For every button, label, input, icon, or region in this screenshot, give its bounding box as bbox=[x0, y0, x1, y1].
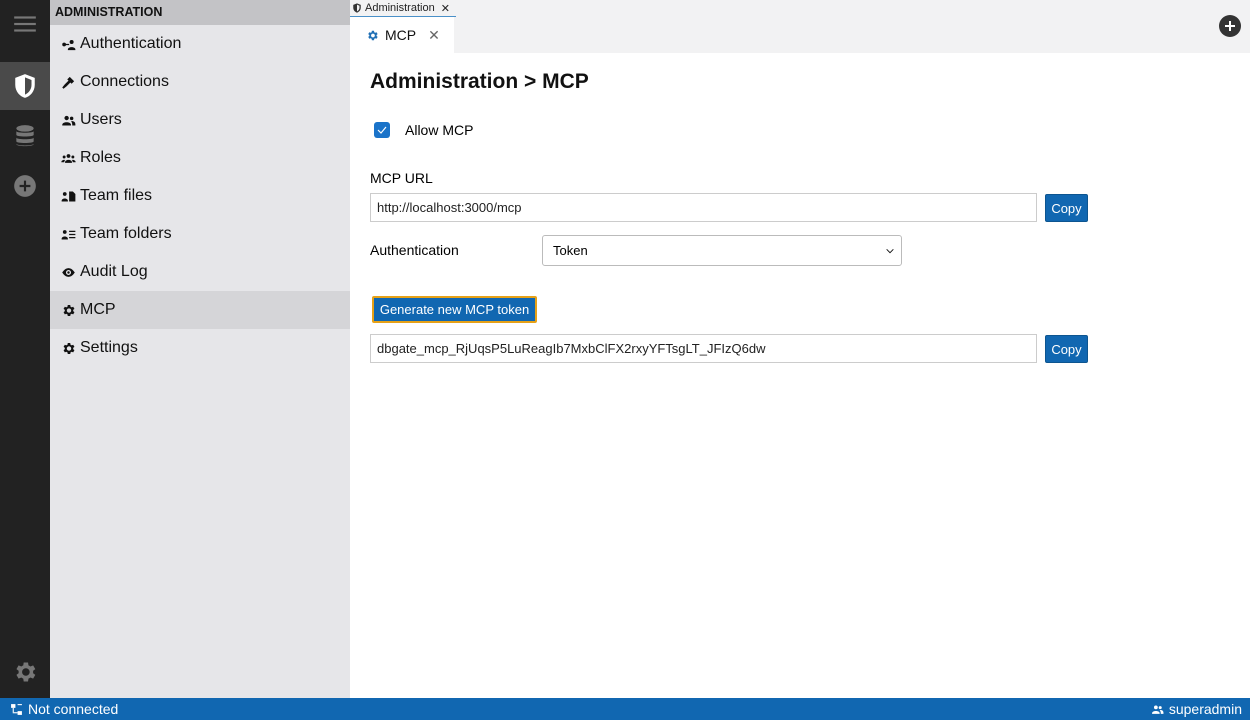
add-tab-button[interactable] bbox=[1219, 15, 1241, 37]
check-icon bbox=[377, 126, 387, 134]
allow-mcp-label: Allow MCP bbox=[405, 122, 474, 138]
tab-label: MCP bbox=[385, 27, 417, 43]
activity-bar bbox=[0, 0, 50, 698]
sidebar-item-label: Team folders bbox=[80, 225, 172, 242]
sidebar-item-label: Connections bbox=[80, 73, 169, 90]
authentication-label: Authentication bbox=[370, 242, 459, 258]
sidebar-item-label: Users bbox=[80, 111, 122, 128]
plug-icon bbox=[60, 74, 76, 90]
network-icon bbox=[11, 703, 22, 715]
connection-status-text: Not connected bbox=[28, 701, 119, 717]
sidebar-item-authentication[interactable]: Authentication bbox=[50, 25, 350, 63]
gear-icon bbox=[60, 340, 76, 356]
sidebar-item-settings[interactable]: Settings bbox=[50, 329, 350, 367]
allow-mcp-checkbox[interactable] bbox=[374, 122, 390, 138]
sidebar-item-label: Authentication bbox=[80, 35, 182, 52]
sidebar-item-label: MCP bbox=[80, 301, 116, 318]
users-icon bbox=[1151, 704, 1164, 714]
connection-status[interactable]: Not connected bbox=[10, 701, 118, 717]
tab-bar: Administration ✕ MCP ✕ bbox=[350, 0, 1250, 53]
authentication-select[interactable]: Token bbox=[542, 235, 902, 266]
database-icon[interactable] bbox=[0, 112, 50, 160]
close-icon[interactable]: ✕ bbox=[441, 2, 450, 15]
mcp-token-input[interactable]: dbgate_mcp_RjUqsP5LuReagIb7MxbClFX2rxyYF… bbox=[370, 334, 1037, 363]
sidebar-item-roles[interactable]: Roles bbox=[50, 139, 350, 177]
close-icon[interactable]: ✕ bbox=[428, 27, 440, 44]
user-status[interactable]: superadmin bbox=[1151, 701, 1242, 717]
page-title: Administration > MCP bbox=[370, 70, 589, 93]
users-icon bbox=[60, 112, 76, 128]
sidebar-item-label: Settings bbox=[80, 339, 138, 356]
sidebar-item-label: Audit Log bbox=[80, 263, 148, 280]
sidebar-item-label: Team files bbox=[80, 187, 153, 204]
sidebar-item-users[interactable]: Users bbox=[50, 101, 350, 139]
sidebar-header: ADMINISTRATION bbox=[50, 0, 350, 25]
sidebar-item-mcp[interactable]: MCP bbox=[50, 291, 350, 329]
plus-icon bbox=[1225, 21, 1235, 31]
shield-icon bbox=[353, 3, 361, 13]
sidebar-item-connections[interactable]: Connections bbox=[50, 63, 350, 101]
eye-icon bbox=[60, 264, 76, 280]
tab-group-administration[interactable]: Administration ✕ bbox=[350, 0, 456, 17]
team-folders-icon bbox=[60, 226, 76, 242]
chevron-down-icon bbox=[886, 248, 894, 253]
shield-icon[interactable] bbox=[0, 62, 50, 110]
roles-icon bbox=[60, 150, 76, 166]
tab-mcp[interactable]: MCP ✕ bbox=[350, 17, 454, 53]
key-user-icon bbox=[60, 36, 76, 52]
sidebar-item-audit-log[interactable]: Audit Log bbox=[50, 253, 350, 291]
team-files-icon bbox=[60, 188, 76, 204]
menu-icon[interactable] bbox=[0, 0, 50, 48]
sidebar-item-label: Roles bbox=[80, 149, 121, 166]
mcp-url-input[interactable]: http://localhost:3000/mcp bbox=[370, 193, 1037, 222]
sidebar-item-team-files[interactable]: Team files bbox=[50, 177, 350, 215]
tab-group-label: Administration bbox=[365, 2, 435, 14]
user-name: superadmin bbox=[1168, 701, 1242, 717]
admin-sidebar: ADMINISTRATION Authentication Connection… bbox=[50, 0, 350, 698]
settings-icon[interactable] bbox=[0, 648, 50, 696]
status-bar: Not connected superadmin bbox=[0, 698, 1250, 720]
authentication-select-value: Token bbox=[553, 243, 588, 258]
mcp-url-label: MCP URL bbox=[370, 170, 433, 186]
allow-mcp-row: Allow MCP bbox=[374, 122, 473, 138]
copy-url-button[interactable]: Copy bbox=[1045, 194, 1088, 222]
gear-icon bbox=[60, 302, 76, 318]
generate-token-button[interactable]: Generate new MCP token bbox=[372, 296, 537, 323]
gear-icon bbox=[368, 30, 378, 40]
plus-circle-icon[interactable] bbox=[0, 162, 50, 210]
copy-token-button[interactable]: Copy bbox=[1045, 335, 1088, 363]
sidebar-item-team-folders[interactable]: Team folders bbox=[50, 215, 350, 253]
main-content: Administration > MCP Allow MCP MCP URL h… bbox=[350, 53, 1250, 698]
